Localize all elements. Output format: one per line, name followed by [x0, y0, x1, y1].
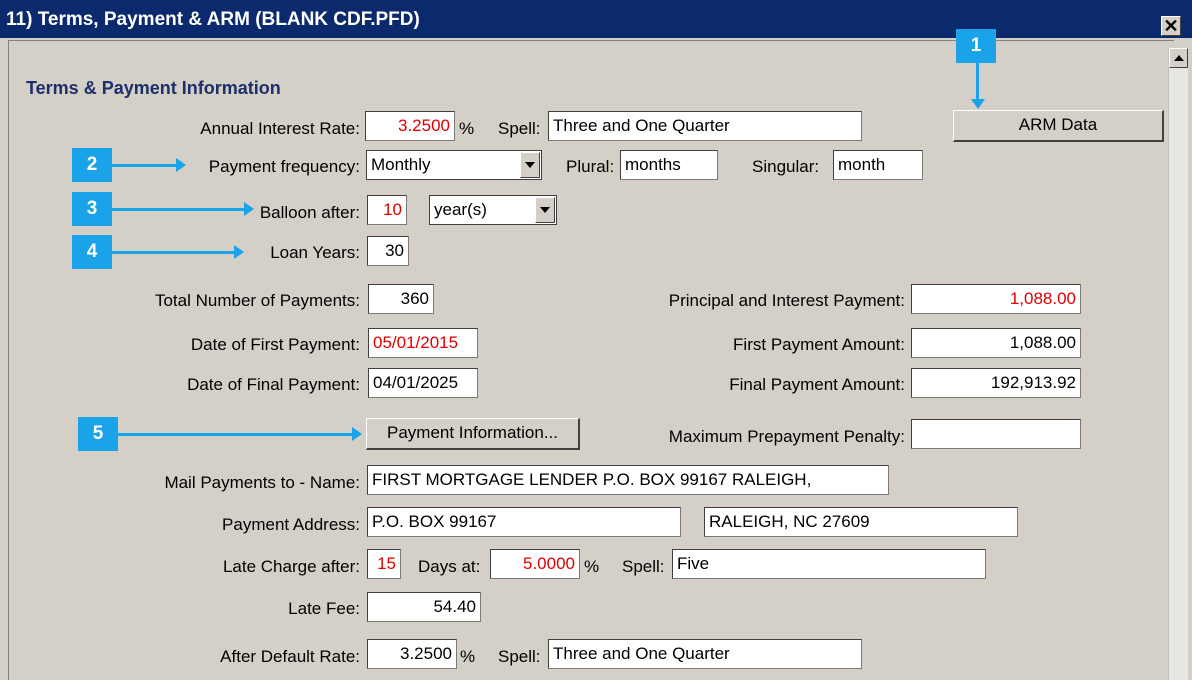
scroll-up-arrow-icon[interactable]	[1169, 48, 1188, 68]
final-payment-date-field[interactable]: 04/01/2025	[368, 368, 478, 398]
late-charge-spell-field[interactable]: Five	[672, 549, 986, 579]
callout-arrow-2	[112, 164, 178, 167]
default-rate-spell-field[interactable]: Three and One Quarter	[548, 639, 862, 669]
section-title: Terms & Payment Information	[26, 78, 281, 98]
first-payment-date-label: Date of First Payment:	[190, 335, 360, 354]
late-charge-days-field[interactable]: 15	[367, 549, 401, 579]
loan-years-field[interactable]: 30	[367, 236, 409, 266]
vertical-scrollbar[interactable]	[1168, 48, 1188, 680]
late-charge-spell-label: Spell:	[622, 557, 665, 576]
final-payment-amount-label: Final Payment Amount:	[729, 375, 905, 394]
arrow-right-icon	[234, 245, 244, 259]
late-fee-field[interactable]: 54.40	[367, 592, 481, 622]
late-charge-unit: %	[584, 557, 600, 576]
first-payment-amount-field[interactable]: 1,088.00	[911, 328, 1081, 358]
dialog-window: 11) Terms, Payment & ARM (BLANK CDF.PFD)…	[0, 0, 1192, 680]
first-payment-date-field[interactable]: 05/01/2015	[368, 328, 478, 358]
title-bar: 11) Terms, Payment & ARM (BLANK CDF.PFD)…	[0, 0, 1192, 38]
balloon-unit-select[interactable]: year(s)	[429, 195, 557, 225]
payment-frequency-select[interactable]: Monthly	[366, 150, 542, 180]
late-fee-label: Late Fee:	[288, 599, 360, 618]
arrow-right-icon	[176, 158, 186, 172]
callout-arrow-1	[976, 63, 979, 101]
mail-name-label: Mail Payments to - Name:	[164, 473, 360, 492]
total-payments-label: Total Number of Payments:	[154, 291, 360, 310]
callout-badge-2: 2	[72, 148, 112, 182]
payment-address-line1-field[interactable]: P.O. BOX 99167	[367, 507, 681, 537]
prepayment-penalty-label: Maximum Prepayment Penalty:	[668, 427, 905, 446]
balloon-unit-value: year(s)	[434, 200, 487, 219]
singular-field[interactable]: month	[833, 150, 923, 180]
callout-badge-3: 3	[72, 192, 112, 226]
arrow-right-icon	[244, 202, 254, 216]
arrow-right-icon	[352, 427, 362, 441]
payment-address-line2-field[interactable]: RALEIGH, NC 27609	[704, 507, 1018, 537]
annual-rate-spell-field[interactable]: Three and One Quarter	[548, 111, 862, 141]
days-at-label: Days at:	[418, 557, 481, 576]
pi-payment-field[interactable]: 1,088.00	[911, 284, 1081, 314]
annual-rate-unit: %	[459, 119, 475, 138]
total-payments-field[interactable]: 360	[368, 284, 434, 314]
mail-name-field[interactable]: FIRST MORTGAGE LENDER P.O. BOX 99167 RAL…	[367, 465, 889, 495]
annual-rate-label: Annual Interest Rate:	[200, 119, 360, 138]
singular-label: Singular:	[752, 157, 820, 176]
pi-payment-label: Principal and Interest Payment:	[668, 291, 905, 310]
late-charge-rate-field[interactable]: 5.0000	[490, 549, 580, 579]
balloon-label: Balloon after:	[259, 203, 360, 222]
payment-frequency-value: Monthly	[371, 155, 431, 174]
annual-rate-field[interactable]: 3.2500	[365, 111, 455, 141]
default-rate-field[interactable]: 3.2500	[367, 639, 457, 669]
plural-field[interactable]: months	[620, 150, 718, 180]
close-button[interactable]: ✕	[1161, 16, 1181, 36]
final-payment-amount-field[interactable]: 192,913.92	[911, 368, 1081, 398]
callout-badge-4: 4	[72, 235, 112, 269]
payment-address-label: Payment Address:	[222, 515, 360, 534]
callout-arrow-4	[112, 251, 236, 254]
final-payment-date-label: Date of Final Payment:	[187, 375, 360, 394]
chevron-down-icon[interactable]	[520, 152, 540, 178]
payment-information-button[interactable]: Payment Information...	[366, 418, 580, 450]
plural-label: Plural:	[566, 157, 615, 176]
arrow-down-icon	[971, 99, 985, 109]
default-rate-spell-label: Spell:	[498, 647, 541, 666]
default-rate-label: After Default Rate:	[220, 647, 360, 666]
prepayment-penalty-field[interactable]	[911, 419, 1081, 449]
callout-arrow-5	[118, 433, 354, 436]
annual-rate-spell-label: Spell:	[498, 119, 541, 138]
window-title: 11) Terms, Payment & ARM (BLANK CDF.PFD)	[6, 9, 420, 30]
callout-badge-5: 5	[78, 417, 118, 451]
callout-arrow-3	[112, 208, 246, 211]
first-payment-amount-label: First Payment Amount:	[733, 335, 905, 354]
default-rate-unit: %	[460, 647, 476, 666]
balloon-field[interactable]: 10	[367, 195, 407, 225]
callout-badge-1: 1	[956, 29, 996, 63]
chevron-down-icon[interactable]	[535, 197, 555, 223]
late-charge-label: Late Charge after:	[222, 557, 360, 576]
arm-data-button[interactable]: ARM Data	[953, 110, 1164, 142]
